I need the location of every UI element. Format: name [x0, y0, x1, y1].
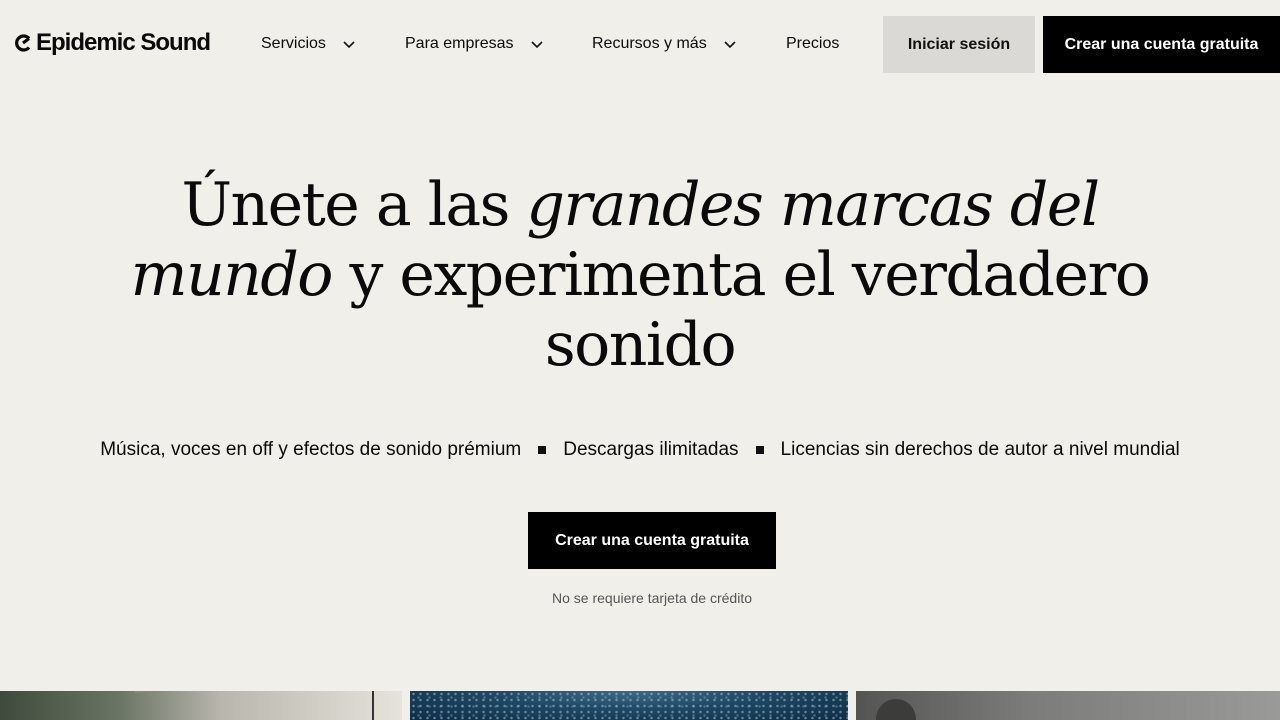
signup-button-hero[interactable]: Crear una cuenta gratuita	[528, 512, 776, 569]
main-menu: Servicios Para empresas Recursos y más P…	[0, 0, 870, 88]
hero-title-part: y experimenta el verdadero sonido	[331, 240, 1150, 380]
hero-title-part: Únete a las	[181, 170, 527, 240]
feature-list: Música, voces en off y efectos de sonido…	[40, 436, 1240, 464]
login-button[interactable]: Iniciar sesión	[883, 16, 1035, 73]
square-bullet-icon	[755, 446, 764, 454]
nav-item-label: Servicios	[261, 35, 326, 52]
nav-item-servicios[interactable]: Servicios	[261, 30, 356, 58]
image-detail	[372, 691, 374, 720]
image-detail	[876, 699, 916, 720]
feature-item: Música, voces en off y efectos de sonido…	[100, 439, 522, 460]
thumbnail-image	[856, 691, 1280, 720]
feature-item: Descargas ilimitadas	[563, 439, 739, 460]
signup-button-header[interactable]: Crear una cuenta gratuita	[1043, 16, 1280, 73]
nav-item-para-empresas[interactable]: Para empresas	[405, 30, 544, 58]
image-detail	[135, 691, 395, 693]
nav-item-recursos[interactable]: Recursos y más	[592, 30, 737, 58]
hero-title: Únete a las grandes marcas del mundo y e…	[90, 170, 1190, 380]
image-detail	[410, 691, 848, 720]
nav-item-precios[interactable]: Precios	[786, 30, 839, 58]
feature-item: Licencias sin derechos de autor a nivel …	[780, 439, 1180, 460]
thumbnail-image	[410, 691, 848, 720]
no-credit-card-note: No se requiere tarjeta de crédito	[552, 590, 752, 606]
chevron-down-icon	[343, 41, 355, 49]
top-navigation: Epidemic Sound Servicios Para empresas R…	[0, 0, 1280, 88]
square-bullet-icon	[538, 446, 547, 454]
chevron-down-icon	[530, 41, 543, 49]
chevron-down-icon	[724, 41, 736, 49]
nav-item-label: Para empresas	[405, 35, 514, 52]
nav-item-label: Recursos y más	[592, 35, 707, 52]
thumbnail-image	[0, 691, 402, 720]
nav-item-label: Precios	[786, 35, 840, 52]
